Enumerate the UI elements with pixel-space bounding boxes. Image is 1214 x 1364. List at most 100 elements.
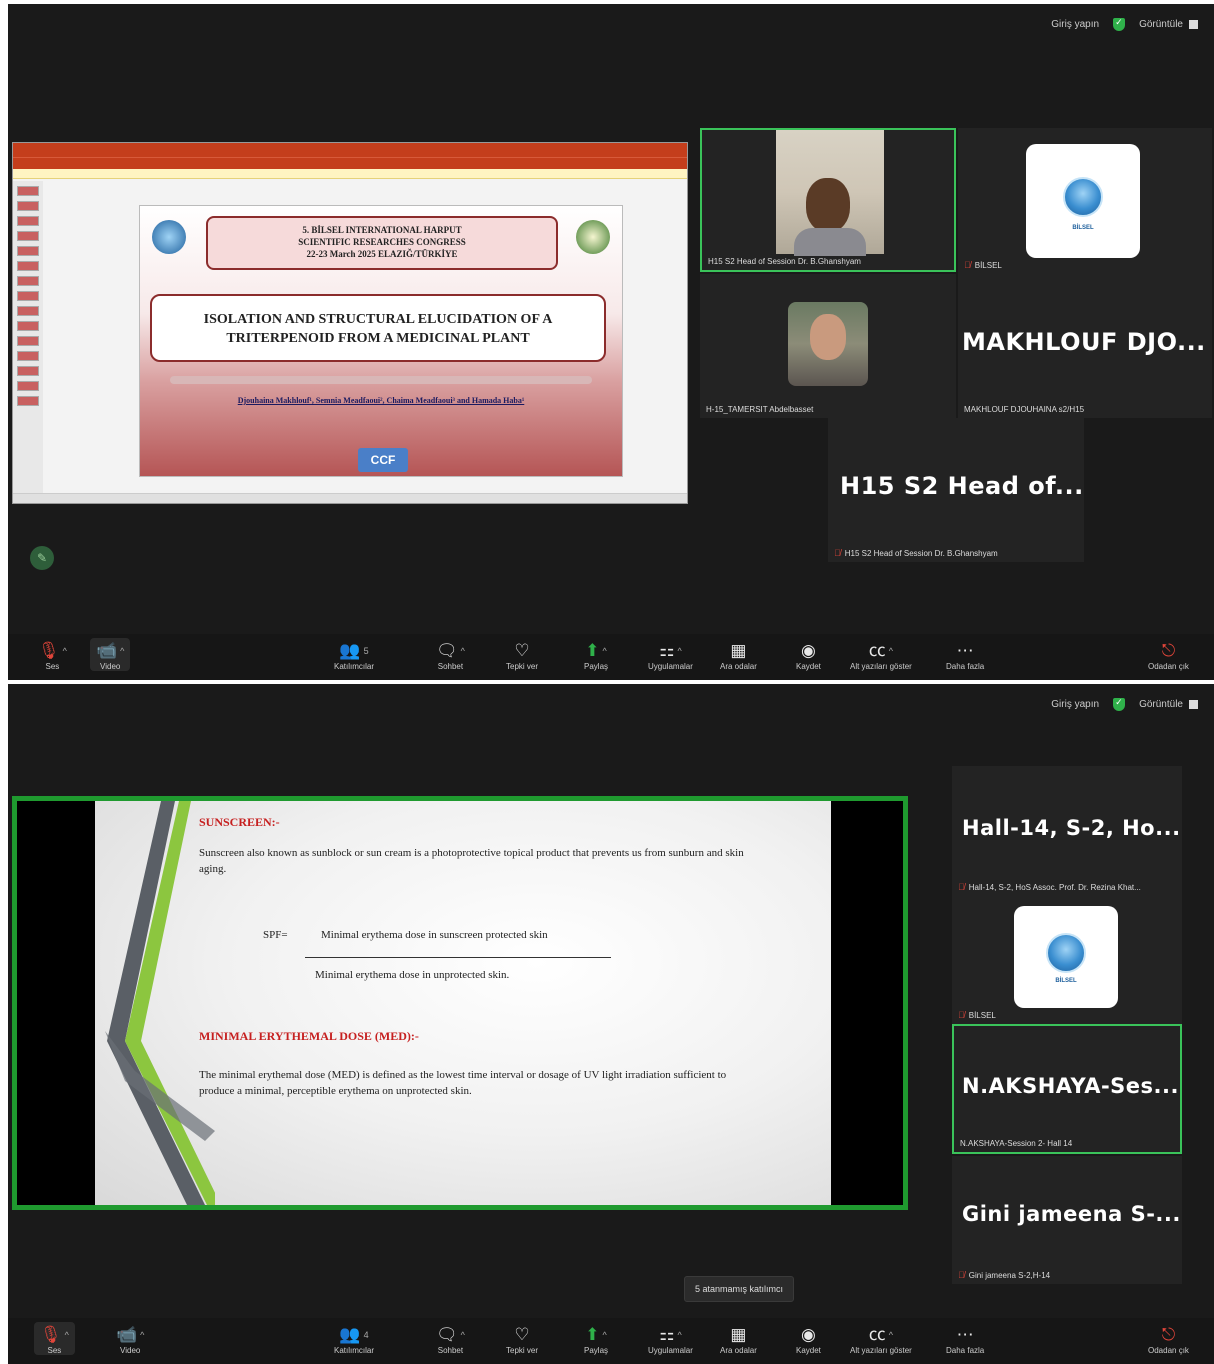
view-grid-icon (1189, 700, 1198, 709)
participant-tile[interactable]: Gini jameena S-... 🎙̸ Gini jameena S-2,H-… (952, 1156, 1182, 1284)
chevron-up-icon[interactable]: ^ (63, 640, 67, 662)
participant-tile[interactable]: Hall-14, S-2, Ho... 🎙̸ Hall-14, S-2, HoS … (952, 766, 1182, 896)
view-button[interactable]: Görüntüle (1139, 19, 1198, 30)
react-button[interactable]: ♡ Tepki ver (506, 1324, 538, 1355)
slide-thumbnail (17, 216, 39, 226)
congress-line-1: 5. BİLSEL INTERNATIONAL HARPUT (302, 225, 462, 235)
view-label: Görüntüle (1139, 699, 1183, 710)
chat-icon: 🗨 (436, 641, 458, 660)
chevron-up-icon[interactable]: ^ (677, 1324, 681, 1346)
participant-tile[interactable]: BİLSEL 🎙̸ BİLSEL (958, 128, 1212, 274)
sunscreen-heading: SUNSCREEN:- (199, 815, 280, 829)
react-button[interactable]: ♡ Tepki ver (506, 640, 538, 671)
apps-button[interactable]: ⚏ ^ Uygulamalar (648, 640, 693, 671)
share-button[interactable]: ⬆ ^ Paylaş (584, 1324, 608, 1355)
participant-label: 🎙̸ Hall-14, S-2, HoS Assoc. Prof. Dr. Rez… (958, 882, 1141, 892)
participant-tile[interactable]: H15 S2 Head of... 🎙̸ H15 S2 Head of Sessi… (828, 418, 1084, 562)
annotate-icon[interactable]: ✎ (30, 546, 54, 570)
slide-thumbnail (17, 261, 39, 271)
participant-label: MAKHLOUF DJOUHAINA s2/H15 (964, 405, 1084, 414)
slide-thumbnail (17, 306, 39, 316)
signin-link[interactable]: Giriş yapın (1051, 699, 1099, 710)
record-button[interactable]: ◉ Kaydet (796, 640, 821, 671)
slide-thumbnail (17, 186, 39, 196)
sunscreen-slide: SUNSCREEN:- Sunscreen also known as sunb… (95, 801, 831, 1205)
logo-text: BİLSEL (1055, 977, 1077, 984)
participant-tile[interactable]: BİLSEL 🎙̸ BİLSEL (952, 896, 1182, 1024)
participant-display-name: N.AKSHAYA-Ses... (962, 1074, 1179, 1098)
slide-thumbnail (17, 351, 39, 361)
chat-label: Sohbet (437, 1346, 464, 1355)
participants-button[interactable]: 👥 4 Katılımcılar (334, 1324, 374, 1355)
top-bar: Giriş yapın Görüntüle (1051, 697, 1198, 711)
top-bar: Giriş yapın Görüntüle (1051, 17, 1198, 31)
security-shield-icon[interactable] (1113, 697, 1126, 711)
more-button[interactable]: ⋯ Daha fazla (946, 1324, 984, 1355)
captions-button[interactable]: ㏄ ^ Alt yazıları göster (850, 1324, 912, 1355)
view-button[interactable]: Görüntüle (1139, 699, 1198, 710)
participant-tile[interactable]: H-15_TAMERSIT Abdelbasset (700, 274, 956, 418)
apps-label: Uygulamalar (648, 1346, 693, 1355)
more-icon: ⋯ (956, 641, 974, 660)
chat-button[interactable]: 🗨 ^ Sohbet (436, 640, 465, 671)
participant-tile-active-speaker[interactable]: H15 S2 Head of Session Dr. B.Ghanshyam (700, 128, 956, 272)
mic-muted-icon: 🎙 (40, 1325, 62, 1344)
breakout-rooms-button[interactable]: ▦ Ara odalar (720, 1324, 757, 1355)
chevron-up-icon[interactable]: ^ (603, 640, 607, 662)
fraction-line (305, 957, 611, 958)
view-label: Görüntüle (1139, 19, 1183, 30)
security-shield-icon[interactable] (1113, 17, 1126, 31)
participant-name: H15 S2 Head of Session Dr. B.Ghanshyam (708, 257, 861, 266)
muted-mic-icon: 🎙̸ (958, 1270, 965, 1280)
slide-thumbnail (17, 201, 39, 211)
chevron-up-icon[interactable]: ^ (461, 640, 465, 662)
title-line-1: ISOLATION AND STRUCTURAL ELUCIDATION OF … (203, 312, 553, 327)
muted-mic-icon: 🎙̸ (958, 1010, 965, 1020)
congress-line-2: SCIENTIFIC RESEARCHES CONGRESS (298, 237, 466, 247)
leave-button[interactable]: ⎋ Odadan çık (1148, 1324, 1189, 1355)
participant-tile-active-speaker[interactable]: N.AKSHAYA-Ses... N.AKSHAYA-Session 2- Ha… (952, 1024, 1182, 1154)
captions-label: Alt yazıları göster (850, 1346, 912, 1355)
leave-button[interactable]: ⎋ Odadan çık (1148, 640, 1189, 671)
spf-label: SPF= (263, 929, 288, 941)
record-button[interactable]: ◉ Kaydet (796, 1324, 821, 1355)
apps-icon: ⚏ (659, 641, 675, 660)
spf-denominator: Minimal erythema dose in unprotected ski… (315, 969, 510, 981)
participant-name: BİLSEL (974, 260, 1002, 270)
slide-thumbnail (17, 321, 39, 331)
zoom-window-1: Giriş yapın Görüntüle (8, 4, 1214, 680)
muted-mic-icon: 🎙̸ (964, 260, 971, 270)
chevron-up-icon[interactable]: ^ (120, 640, 124, 662)
participant-avatar-icon (788, 302, 868, 386)
chevron-up-icon[interactable]: ^ (140, 1324, 144, 1346)
chevron-up-icon[interactable]: ^ (677, 640, 681, 662)
video-button[interactable]: 📹 ^ Video (90, 638, 131, 671)
participants-label: Katılımcılar (334, 1346, 375, 1355)
share-button[interactable]: ⬆ ^ Paylaş (584, 640, 608, 671)
participant-tile[interactable]: MAKHLOUF DJO... MAKHLOUF DJOUHAINA s2/H1… (958, 274, 1212, 418)
heart-icon: ♡ (514, 641, 530, 660)
audio-button[interactable]: 🎙 ^ Ses (38, 640, 67, 671)
university-seal-icon (576, 220, 610, 254)
breakout-rooms-button[interactable]: ▦ Ara odalar (720, 640, 757, 671)
ppt-notification-bar (13, 169, 687, 179)
apps-button[interactable]: ⚏ ^ Uygulamalar (648, 1324, 693, 1355)
more-button[interactable]: ⋯ Daha fazla (946, 640, 984, 671)
camera-off-icon: 📹 (96, 641, 118, 660)
shared-screen-powerpoint: 5. BİLSEL INTERNATIONAL HARPUT SCIENTIFI… (12, 142, 688, 504)
participant-name: H-15_TAMERSIT Abdelbasset (706, 405, 814, 414)
ppt-menu-bar (13, 157, 687, 169)
chevron-up-icon[interactable]: ^ (889, 640, 893, 662)
participants-button[interactable]: 👥 5 Katılımcılar (334, 640, 374, 671)
chat-button[interactable]: 🗨 ^ Sohbet (436, 1324, 465, 1355)
captions-button[interactable]: ㏄ ^ Alt yazıları göster (850, 640, 912, 671)
chevron-up-icon[interactable]: ^ (461, 1324, 465, 1346)
chevron-up-icon[interactable]: ^ (603, 1324, 607, 1346)
participants-count: 4 (363, 1330, 369, 1340)
audio-button[interactable]: 🎙 ^ Ses (34, 1322, 75, 1355)
chevron-up-icon[interactable]: ^ (65, 1324, 69, 1346)
leave-icon: ⎋ (1161, 1325, 1176, 1344)
video-button[interactable]: 📹 ^ Video (116, 1324, 144, 1355)
chevron-up-icon[interactable]: ^ (889, 1324, 893, 1346)
signin-link[interactable]: Giriş yapın (1051, 19, 1099, 30)
